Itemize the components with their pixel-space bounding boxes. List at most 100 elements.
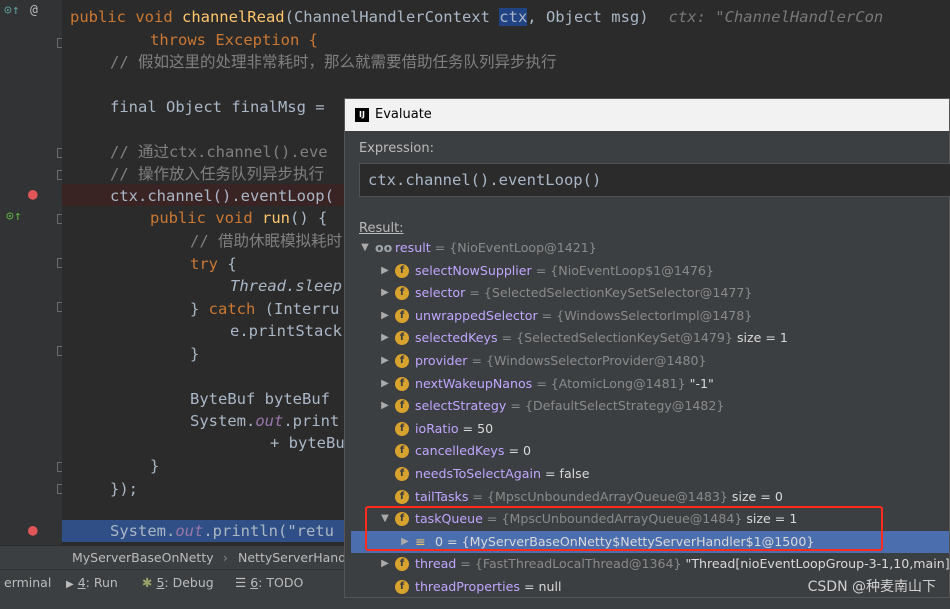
breadcrumb-item[interactable]: MyServerBaseOnNetty <box>72 546 214 570</box>
field-value: = {AtomicLong@1481} <box>532 375 686 391</box>
tool-tab-run[interactable]: ▶ 4: Run <box>66 570 118 598</box>
field-name: needsToSelectAgain <box>415 466 541 481</box>
field-icon: f <box>395 399 409 414</box>
field-value: = {NioEventLoop@1421} <box>430 240 597 255</box>
tree-root-row[interactable]: ▼ oo result = {NioEventLoop@1421} <box>351 237 949 259</box>
watch-icon: oo <box>375 240 393 255</box>
field-extra: size = 0 <box>727 488 783 504</box>
field-value: = {FastThreadLocalThread@1364} <box>456 556 682 572</box>
tool-tab-debug[interactable]: ✱ 5: Debug <box>142 570 214 596</box>
field-icon: f <box>395 354 409 368</box>
tree-row[interactable]: f cancelledKeys = 0 <box>351 440 949 462</box>
field-icon: f <box>395 467 409 481</box>
field-extra: = false <box>540 466 590 481</box>
code-line: }); <box>110 480 138 498</box>
field-icon: f <box>395 489 409 504</box>
field-icon: f <box>395 331 409 346</box>
expand-icon[interactable]: ▶ <box>379 327 391 349</box>
field-name: nextWakeupNanos <box>415 375 533 391</box>
code-line: System.out.println("retu <box>110 522 334 540</box>
code-comment: // 通过ctx.channel().eve <box>110 143 328 161</box>
expand-icon[interactable]: ▶ <box>379 395 391 417</box>
field-extra: "Thread[nioEventLoopGroup-3-1,10,main]" <box>681 556 949 572</box>
field-value: = {WindowsSelectorProvider@1480} <box>467 353 707 368</box>
expand-icon[interactable]: ▶ <box>379 305 391 327</box>
field-name: tailTasks <box>415 488 469 504</box>
editor-gutter: ⊙↑ @ ● ⊙↑ ● <box>0 0 62 545</box>
code-comment: // 借助休眠模拟耗时 <box>190 232 342 250</box>
override-icon[interactable]: ⊙↑ <box>4 4 20 18</box>
field-extra: = 0 <box>504 443 532 459</box>
tree-row[interactable]: f tailTasks = {MpscUnboundedArrayQueue@14… <box>351 486 949 508</box>
watermark: CSDN @种麦南山下 <box>807 579 936 595</box>
field-value: = {SelectedSelectionKeySet@1479} <box>497 330 733 346</box>
field-icon: f <box>395 444 409 459</box>
field-name: thread <box>415 556 457 572</box>
code-line: } <box>190 345 200 363</box>
field-name: ioRatio <box>415 420 459 436</box>
field-icon: f <box>395 286 409 301</box>
tree-row[interactable]: ▶ f selector = {SelectedSelectionKeySetSel… <box>351 282 949 304</box>
result-label: Result: <box>359 221 404 236</box>
expand-icon[interactable]: ▶ <box>379 553 391 575</box>
field-icon: f <box>395 308 409 323</box>
tree-row[interactable]: f needsToSelectAgain = false <box>351 463 949 485</box>
field-value: = {MpscUnboundedArrayQueue@1483} <box>468 488 728 504</box>
expression-label: Expression: <box>359 141 434 156</box>
code-line: System.out.print <box>190 412 340 430</box>
field-icon: f <box>395 421 409 436</box>
code-line: } catch (Interru <box>190 300 340 318</box>
expand-icon[interactable]: ▶ <box>379 373 391 395</box>
code-comment: // 操作放入任务队列异步执行 <box>110 165 324 183</box>
code-line: public void run() { <box>150 209 328 227</box>
expand-icon[interactable]: ▶ <box>379 350 391 372</box>
field-value: = {DefaultSelectStrategy@1482} <box>506 398 725 414</box>
list-icon: ☰ <box>235 575 247 590</box>
breadcrumb-separator: › <box>223 550 228 565</box>
expression-input[interactable]: ctx.channel().eventLoop() <box>359 163 950 197</box>
tree-row[interactable]: ▶ f provider = {WindowsSelectorProvider@14… <box>351 350 949 372</box>
tree-row[interactable]: ▶ f nextWakeupNanos = {AtomicLong@1481} "-… <box>351 373 949 395</box>
tree-row[interactable]: ▶ f selectNowSupplier = {NioEventLoop$1@14… <box>351 260 949 282</box>
code-line: Thread.sleep <box>230 277 342 295</box>
tree-row[interactable]: ▶ f unwrappedSelector = {WindowsSelectorIm… <box>351 305 949 327</box>
field-name: cancelledKeys <box>415 443 505 459</box>
breakpoint-icon[interactable]: ● <box>28 186 38 202</box>
field-name: selectedKeys <box>415 330 498 346</box>
tree-row[interactable]: ▶ f selectedKeys = {SelectedSelectionKeySe… <box>351 327 949 349</box>
dialog-title: Evaluate <box>375 107 432 122</box>
run-icon: ▶ <box>66 579 74 590</box>
code-line: final Object finalMsg = <box>110 98 334 116</box>
field-name: threadProperties <box>415 579 520 594</box>
code-line: } <box>150 457 160 475</box>
code-line: + byteBu <box>270 434 345 452</box>
field-value: = {SelectedSelectionKeySetSelector@1477} <box>465 285 753 301</box>
field-icon: f <box>395 557 409 572</box>
field-name: result <box>395 240 431 255</box>
tool-tab-todo[interactable]: ☰ 6: TODO <box>235 570 303 596</box>
field-name: selectNowSupplier <box>415 262 532 278</box>
code-line: e.printStack <box>230 322 342 340</box>
tree-row[interactable]: f ioRatio = 50 <box>351 418 949 440</box>
collapse-icon[interactable]: ▼ <box>359 237 371 259</box>
tree-row[interactable]: ▶ f selectStrategy = {DefaultSelectStrateg… <box>351 395 949 417</box>
tool-tab-terminal[interactable]: erminal <box>4 570 51 596</box>
expand-icon[interactable]: ▶ <box>379 260 391 282</box>
field-icon: f <box>395 376 409 391</box>
code-comment: // 假如这里的处理非常耗时，那么就需要借助任务队列异步执行 <box>110 53 557 71</box>
code-line: ByteBuf byteBuf <box>190 390 340 408</box>
breadcrumb-item[interactable]: NettyServerHand <box>238 546 346 570</box>
field-extra: = 50 <box>458 420 494 436</box>
implements-icon[interactable]: ⊙↑ <box>6 210 22 224</box>
expand-icon[interactable]: ▶ <box>379 282 391 304</box>
code-line: public void channelRead(ChannelHandlerCo… <box>70 8 884 26</box>
field-name: unwrappedSelector <box>415 307 538 323</box>
dialog-titlebar[interactable]: IJ Evaluate <box>345 99 949 131</box>
annotation-icon: @ <box>30 3 38 18</box>
tree-row[interactable]: ▶ f thread = {FastThreadLocalThread@1364} … <box>351 553 949 575</box>
field-name: selector <box>415 285 466 301</box>
field-extra: size = 1 <box>732 330 788 346</box>
breakpoint-icon[interactable]: ● <box>28 522 38 538</box>
bug-icon: ✱ <box>142 575 153 590</box>
field-name: selectStrategy <box>415 398 507 414</box>
